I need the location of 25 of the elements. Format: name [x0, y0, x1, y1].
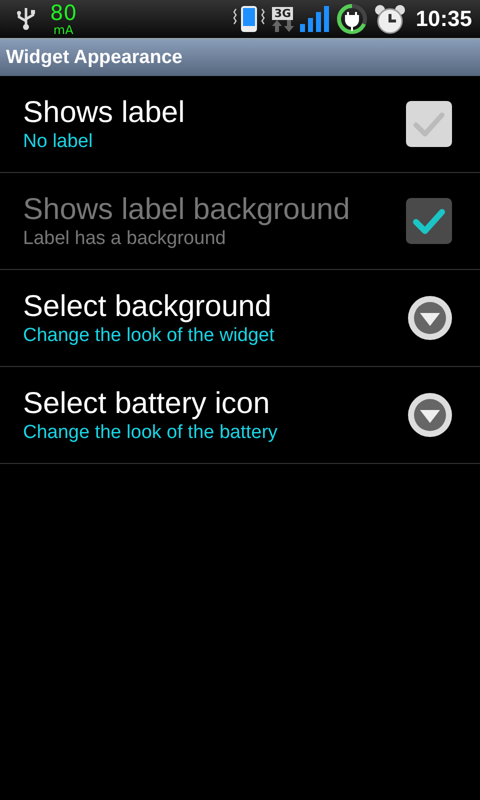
checkbox[interactable] — [405, 100, 453, 148]
preference-title: Select background — [23, 289, 272, 325]
screen-title: Widget Appearance — [6, 46, 182, 68]
preference-summary: Change the look of the widget — [23, 325, 276, 347]
data-arrows-icon — [272, 20, 294, 32]
preference-item[interactable]: Select battery icon Change the look of the battery — [0, 367, 480, 464]
dropdown-icon[interactable] — [407, 392, 453, 438]
network-type-label: 3G — [272, 6, 294, 20]
usb-current-unit: mA — [53, 24, 74, 36]
usb-icon — [16, 6, 36, 32]
preference-item[interactable]: Shows label No label — [0, 76, 480, 173]
preference-summary: No label — [23, 131, 94, 153]
signal-icon — [300, 6, 330, 32]
dropdown-icon[interactable] — [407, 295, 453, 341]
preference-title: Select battery icon — [23, 386, 271, 422]
usb-current-reading: 80 — [50, 2, 77, 24]
vibrate-icon — [232, 5, 266, 33]
clock-time: 10:35 — [416, 6, 472, 32]
charging-icon — [336, 3, 368, 35]
preference-item[interactable]: Select background Change the look of the widget — [0, 270, 480, 367]
preference-title: Shows label background — [23, 192, 351, 228]
alarm-clock-icon — [374, 3, 406, 35]
preference-summary: Change the look of the battery — [23, 422, 279, 444]
preference-summary: Label has a background — [23, 228, 227, 250]
preference-title: Shows label — [23, 95, 186, 131]
